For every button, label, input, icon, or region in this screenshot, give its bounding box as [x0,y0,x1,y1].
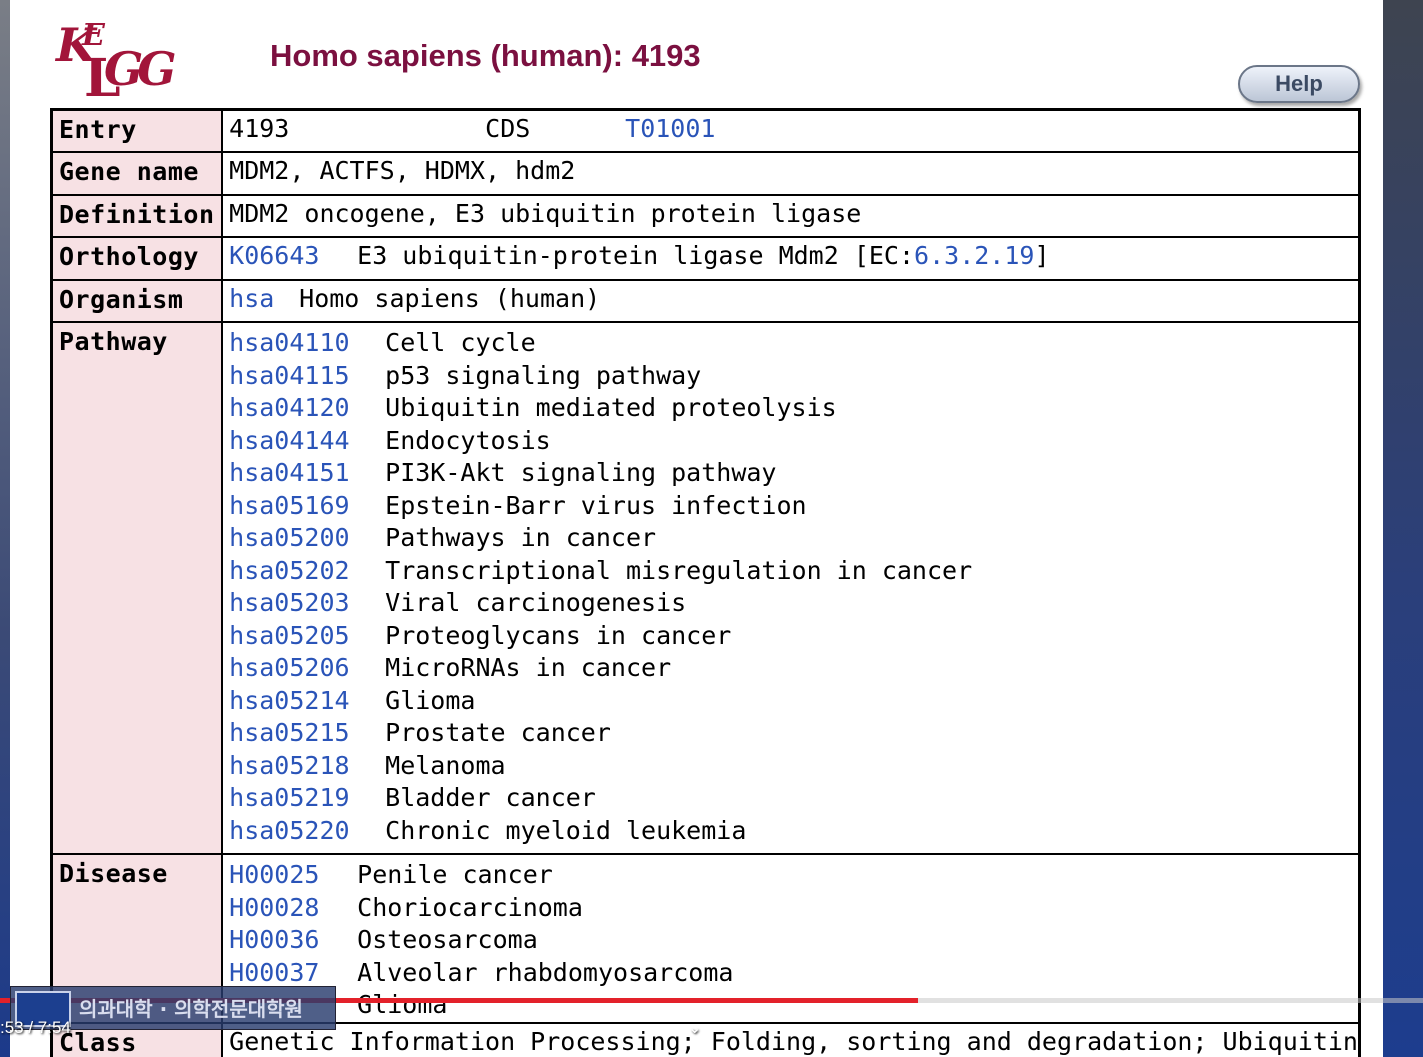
pathway-item-name: p53 signaling pathway [385,360,702,390]
pathway-item-link[interactable]: hsa05203 [229,587,385,620]
pathway-item-link[interactable]: hsa05200 [229,522,385,555]
disease-item-link[interactable]: H00025 [229,859,357,892]
pathway-item-name: Bladder cancer [385,783,596,812]
pathway-item-link[interactable]: hsa05218 [229,750,385,783]
pathway-item-link[interactable]: hsa05219 [229,782,385,815]
pathway-item-name: Pathways in cancer [385,523,657,552]
ko-link[interactable]: K06643 [229,241,357,270]
university-banner-text: 의과대학 · 의학전문대학원 [79,997,303,1021]
definition-label: Definition [50,193,224,238]
disease-item-link[interactable]: H00037 [229,957,357,990]
pathway-item: hsa05200 Pathways in cancer [229,522,1358,555]
pathway-item: hsa05202 Transcriptional misregulation in… [229,555,1358,588]
pathway-item: hsa05169 Epstein-Barr virus infection [229,490,1358,523]
disease-item: H00036 Osteosarcoma [229,924,1358,957]
pathway-label: Pathway [50,321,224,855]
gene-name-value: MDM2, ACTFS, HDMX, hdm2 [221,151,1361,196]
organism-row: Organism hsa Homo sapiens (human) [50,278,1361,323]
pathway-item: hsa05219 Bladder cancer [229,782,1358,815]
disease-item: H00037 Alveolar rhabdomyosarcoma [229,957,1358,990]
kegg-logo[interactable]: K E L GG [56,18,186,109]
disease-item-name: Choriocarcinoma [357,892,583,922]
pathway-item-link[interactable]: hsa04115 [229,360,385,393]
entry-row: Entry 4193 CDS T01001 [50,108,1361,153]
disease-item-link[interactable]: H00036 [229,924,357,957]
pathway-item: hsa05203 Viral carcinogenesis [229,587,1358,620]
video-frame-left [0,0,10,1057]
pathway-item-link[interactable]: hsa04120 [229,392,385,425]
disease-item-name: Penile cancer [357,860,553,889]
pathway-item-link[interactable]: hsa05169 [229,490,385,523]
gene-name-label: Gene name [50,151,224,196]
video-frame-right [1383,0,1423,1057]
pathway-item-name: Glioma [385,685,476,715]
pathway-item-name: Ubiquitin mediated proteolysis [385,393,837,422]
pathway-item: hsa04110 Cell cycle [229,327,1358,360]
organism-name: Homo sapiens (human) [299,283,601,313]
pathway-item-link[interactable]: hsa05220 [229,815,385,848]
gene-name-row: Gene name MDM2, ACTFS, HDMX, hdm2 [50,151,1361,196]
genome-link[interactable]: T01001 [625,114,715,143]
disease-item-name: Glioma [357,990,448,1019]
definition-value: MDM2 oncogene, E3 ubiquitin protein liga… [221,193,1361,238]
pathway-item-name: Chronic myeloid leukemia [385,815,747,845]
pathway-item-link[interactable]: hsa04110 [229,327,385,360]
pathway-item-link[interactable]: hsa05215 [229,717,385,750]
orthology-row: Orthology K06643 E3 ubiquitin-protein lig… [50,236,1361,281]
pathway-item: hsa05218 Melanoma [229,750,1358,783]
pathway-item: hsa05205 Proteoglycans in cancer [229,620,1358,653]
pathway-item: hsa05220 Chronic myeloid leukemia [229,815,1358,848]
pathway-list: hsa04110 Cell cycle hsa04115 p53 signaling … [221,321,1361,855]
pathway-item-name: Endocytosis [385,425,551,455]
ec-link[interactable]: 6.3.2.19 [914,241,1034,270]
pathway-item-link[interactable]: hsa05214 [229,685,385,718]
organism-label: Organism [50,278,224,323]
pathway-item-name: Viral carcinogenesis [385,588,687,617]
pathway-item-link[interactable]: hsa04151 [229,457,385,490]
class-value: Genetic Information Processing; Folding,… [221,1021,1361,1057]
entry-type: CDS [485,114,531,143]
disease-item-name: Osteosarcoma [357,925,538,954]
pathway-item-name: Epstein-Barr virus infection [385,490,807,520]
pathway-item-name: Proteoglycans in cancer [385,620,732,650]
kegg-slide: K E L GG Homo sapiens (human): 4193 Help… [10,0,1383,1057]
page-title: Homo sapiens (human): 4193 [270,38,701,73]
disease-item-name: Alveolar rhabdomyosarcoma [357,957,734,987]
chevron-down-icon[interactable]: ⌄ [688,1018,701,1037]
pathway-item-link[interactable]: hsa05202 [229,555,385,588]
pathway-item: hsa04120 Ubiquitin mediated proteolysis [229,392,1358,425]
pathway-item-name: Melanoma [385,750,506,780]
pathway-item-name: Transcriptional misregulation in cancer [385,555,973,585]
disease-item: H00025 Penile cancer [229,859,1358,892]
pathway-item-name: MicroRNAs in cancer [385,653,672,682]
pathway-item: hsa04115 p53 signaling pathway [229,360,1358,393]
orthology-label: Orthology [50,236,224,281]
help-button[interactable]: Help [1238,65,1360,103]
video-time: :53 / 7:54 [0,1018,71,1037]
entry-id: 4193 [229,114,290,143]
disease-item-link[interactable]: H00028 [229,892,357,925]
gene-entry-table: Entry 4193 CDS T01001 Gene name MDM2, ACTF… [50,108,1361,1057]
disease-item: Glioma [229,989,1358,1022]
pathway-item: hsa05214 Glioma [229,685,1358,718]
pathway-item: hsa05215 Prostate cancer [229,717,1358,750]
disease-item: H00028 Choriocarcinoma [229,892,1358,925]
pathway-item-link[interactable]: hsa05206 [229,652,385,685]
pathway-item-link[interactable]: hsa05205 [229,620,385,653]
pathway-item-link[interactable]: hsa04144 [229,425,385,458]
pathway-item: hsa05206 MicroRNAs in cancer [229,652,1358,685]
pathway-item-name: Prostate cancer [385,718,611,747]
definition-row: Definition MDM2 oncogene, E3 ubiquitin p… [50,193,1361,238]
pathway-item-name: Cell cycle [385,328,536,357]
pathway-item: hsa04144 Endocytosis [229,425,1358,458]
organism-link[interactable]: hsa [229,284,299,313]
entry-label: Entry [50,108,224,153]
pathway-row: Pathway hsa04110 Cell cycle hsa04115 p53 si… [50,321,1361,855]
pathway-item: hsa04151 PI3K-Akt signaling pathway [229,457,1358,490]
orthology-desc: E3 ubiquitin-protein ligase Mdm2 [EC: [357,241,915,270]
pathway-item-name: PI3K-Akt signaling pathway [385,458,777,487]
